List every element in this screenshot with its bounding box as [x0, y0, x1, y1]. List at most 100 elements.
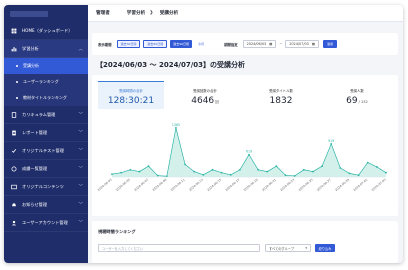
sidebar-item-label: ユーザーアカウント管理 [22, 219, 68, 225]
sidebar-item-report[interactable]: レポート管理 ﹀ [4, 124, 88, 142]
data-point[interactable] [111, 173, 113, 176]
sidebar-item-user-accounts[interactable]: ユーザーアカウント管理 ﹀ [4, 214, 88, 232]
data-point[interactable] [348, 172, 351, 175]
data-point[interactable] [175, 126, 177, 129]
data-point[interactable] [248, 153, 250, 156]
stat-title: 受講タイトル数 [269, 89, 293, 93]
period-label: 表示期間 [98, 42, 112, 47]
data-point[interactable] [193, 170, 196, 173]
stat-title-count: 受講タイトル数 1832 [248, 81, 314, 109]
data-point[interactable] [385, 171, 387, 174]
preset-60-days-button[interactable]: 過去60日間 [143, 40, 168, 48]
sidebar-subitem-user-ranking[interactable]: ユーザーランキング [4, 74, 88, 90]
data-point[interactable] [238, 168, 241, 171]
x-tick-label: 2024-06-07 [133, 178, 149, 192]
home-icon [10, 27, 17, 34]
data-point[interactable] [339, 167, 342, 169]
data-point[interactable] [375, 166, 378, 168]
sidebar-item-label: レポート管理 [22, 129, 48, 135]
x-tick-label: 2024-06-25 [298, 178, 314, 192]
data-point[interactable] [229, 173, 232, 176]
period-filter: 表示期間 過去30日間 過去60日間 過去90日間 今月 期間指定 2024/0… [92, 33, 398, 55]
report-icon [10, 129, 17, 136]
range-tilde: ~ [279, 42, 283, 46]
breadcrumb: 管理者 学習分析 》 受講分析 [88, 5, 403, 22]
stat-title: 受講回数の合計 [193, 89, 217, 93]
sidebar-subitem-title-ranking[interactable]: 教材タイトルランキング [4, 90, 88, 106]
data-point[interactable] [284, 174, 287, 177]
x-tick-label: 2024-06-21 [261, 178, 277, 192]
sidebar: HOME（ダッシュボード） 学習分析 ︿ 受講分析 ユーザーランキング 教材タイ… [4, 5, 88, 263]
ranking-card: 視聴時間ランキング ユーザーを入力してください すべてのグループ ▾ 絞り込み [92, 221, 398, 263]
sidebar-subitem-course-analysis[interactable]: 受講分析 [4, 58, 88, 74]
chevron-down-icon: ﹀ [78, 130, 84, 136]
x-tick-label: 2024-06-11 [170, 178, 186, 192]
sidebar-item-label: オリジナルコンテンツ [22, 183, 64, 189]
bullet-icon [16, 81, 18, 83]
data-point[interactable] [184, 163, 186, 166]
chevron-down-icon: ﹀ [78, 166, 84, 172]
sidebar-item-label: HOME（ダッシュボード） [22, 27, 73, 33]
chevron-right-icon: 》 [150, 11, 155, 16]
data-point[interactable] [266, 170, 269, 173]
x-tick-label: 2024-06-29 [334, 178, 350, 192]
sidebar-item-label: 成績一覧管理 [22, 165, 48, 171]
user-search-input[interactable]: ユーザーを入力してください [98, 244, 260, 252]
data-point[interactable] [138, 170, 141, 173]
breadcrumb-parent[interactable]: 学習分析 [127, 10, 145, 16]
data-point[interactable] [220, 171, 223, 174]
sidebar-item-curriculum[interactable]: カリキュラム管理 ﹀ [4, 106, 88, 124]
data-point[interactable] [366, 161, 369, 164]
data-point[interactable] [211, 168, 214, 171]
apply-button[interactable]: 適用 [323, 40, 338, 48]
x-tick-label: 2024-07-01 [352, 178, 368, 192]
sidebar-item-grades[interactable]: 成績一覧管理 ﹀ [4, 160, 88, 178]
preset-30-days-button[interactable]: 過去30日間 [116, 40, 141, 48]
data-point[interactable] [302, 168, 305, 171]
data-point[interactable] [275, 165, 278, 168]
range-label: 期間指定 [224, 42, 238, 47]
this-month-button[interactable]: 今月 [195, 40, 207, 48]
data-point[interactable] [357, 174, 360, 177]
data-point[interactable] [257, 168, 260, 171]
stat-value: 1832 [269, 96, 293, 106]
time-series-chart: 1365 619 919 2024-06-03 2024-06-05 2024-06-07… [97, 123, 387, 192]
main-content: 管理者 学習分析 》 受講分析 表示期間 過去30日間 過去60日間 過去90日… [88, 5, 403, 263]
data-point[interactable] [129, 168, 132, 171]
breadcrumb-root[interactable]: 管理者 [96, 10, 110, 16]
sidebar-item-home[interactable]: HOME（ダッシュボード） [4, 22, 88, 40]
sidebar-item-learning-analysis[interactable]: 学習分析 ︿ [4, 40, 88, 58]
page-title: 【2024/06/03 ～ 2024/07/03】の受講分析 [96, 61, 246, 69]
sidebar-item-label: カリキュラム管理 [22, 111, 56, 117]
sidebar-subitem-label: ユーザーランキング [23, 79, 59, 84]
data-point[interactable] [330, 143, 333, 145]
data-point[interactable] [293, 175, 296, 177]
content-icon [10, 183, 17, 190]
x-tick-label: 2024-06-13 [188, 178, 204, 192]
stat-number: 4646 [191, 96, 215, 106]
date-to-field[interactable]: 2024/07/03 ▦ [285, 40, 319, 48]
date-to-value: 2024/07/03 [289, 42, 309, 46]
data-point[interactable] [147, 165, 150, 168]
x-tick-label: 2024-06-27 [316, 178, 332, 192]
preset-90-days-button[interactable]: 過去90日間 [170, 40, 193, 48]
logo[interactable] [4, 5, 88, 22]
date-from-field[interactable]: 2024/06/03 ▦ [242, 40, 277, 48]
group-select-value: すべてのグループ [269, 246, 294, 251]
sidebar-item-original-test[interactable]: オリジナルテスト管理 ﹀ [4, 142, 88, 160]
sidebar-item-original-content[interactable]: オリジナルコンテンツ ﹀ [4, 178, 88, 196]
x-tick-label: 2024-06-05 [115, 178, 131, 192]
data-point[interactable] [202, 173, 205, 176]
sidebar-item-notices[interactable]: お知らせ管理 ﹀ [4, 196, 88, 214]
data-point[interactable] [120, 171, 123, 174]
chevron-down-icon: ▾ [305, 246, 307, 250]
stat-title: 受講時間の合計 [119, 89, 143, 93]
data-point[interactable] [312, 170, 314, 173]
stat-value: 128:30:21 [107, 96, 155, 106]
data-point[interactable] [156, 174, 159, 177]
group-select[interactable]: すべてのグループ ▾ [265, 244, 311, 252]
chevron-down-icon: ﹀ [78, 220, 84, 226]
data-point[interactable] [321, 165, 323, 168]
stat-total-time[interactable]: 受講時間の合計 128:30:21 [98, 81, 164, 109]
filter-button[interactable]: 絞り込み [315, 244, 335, 252]
